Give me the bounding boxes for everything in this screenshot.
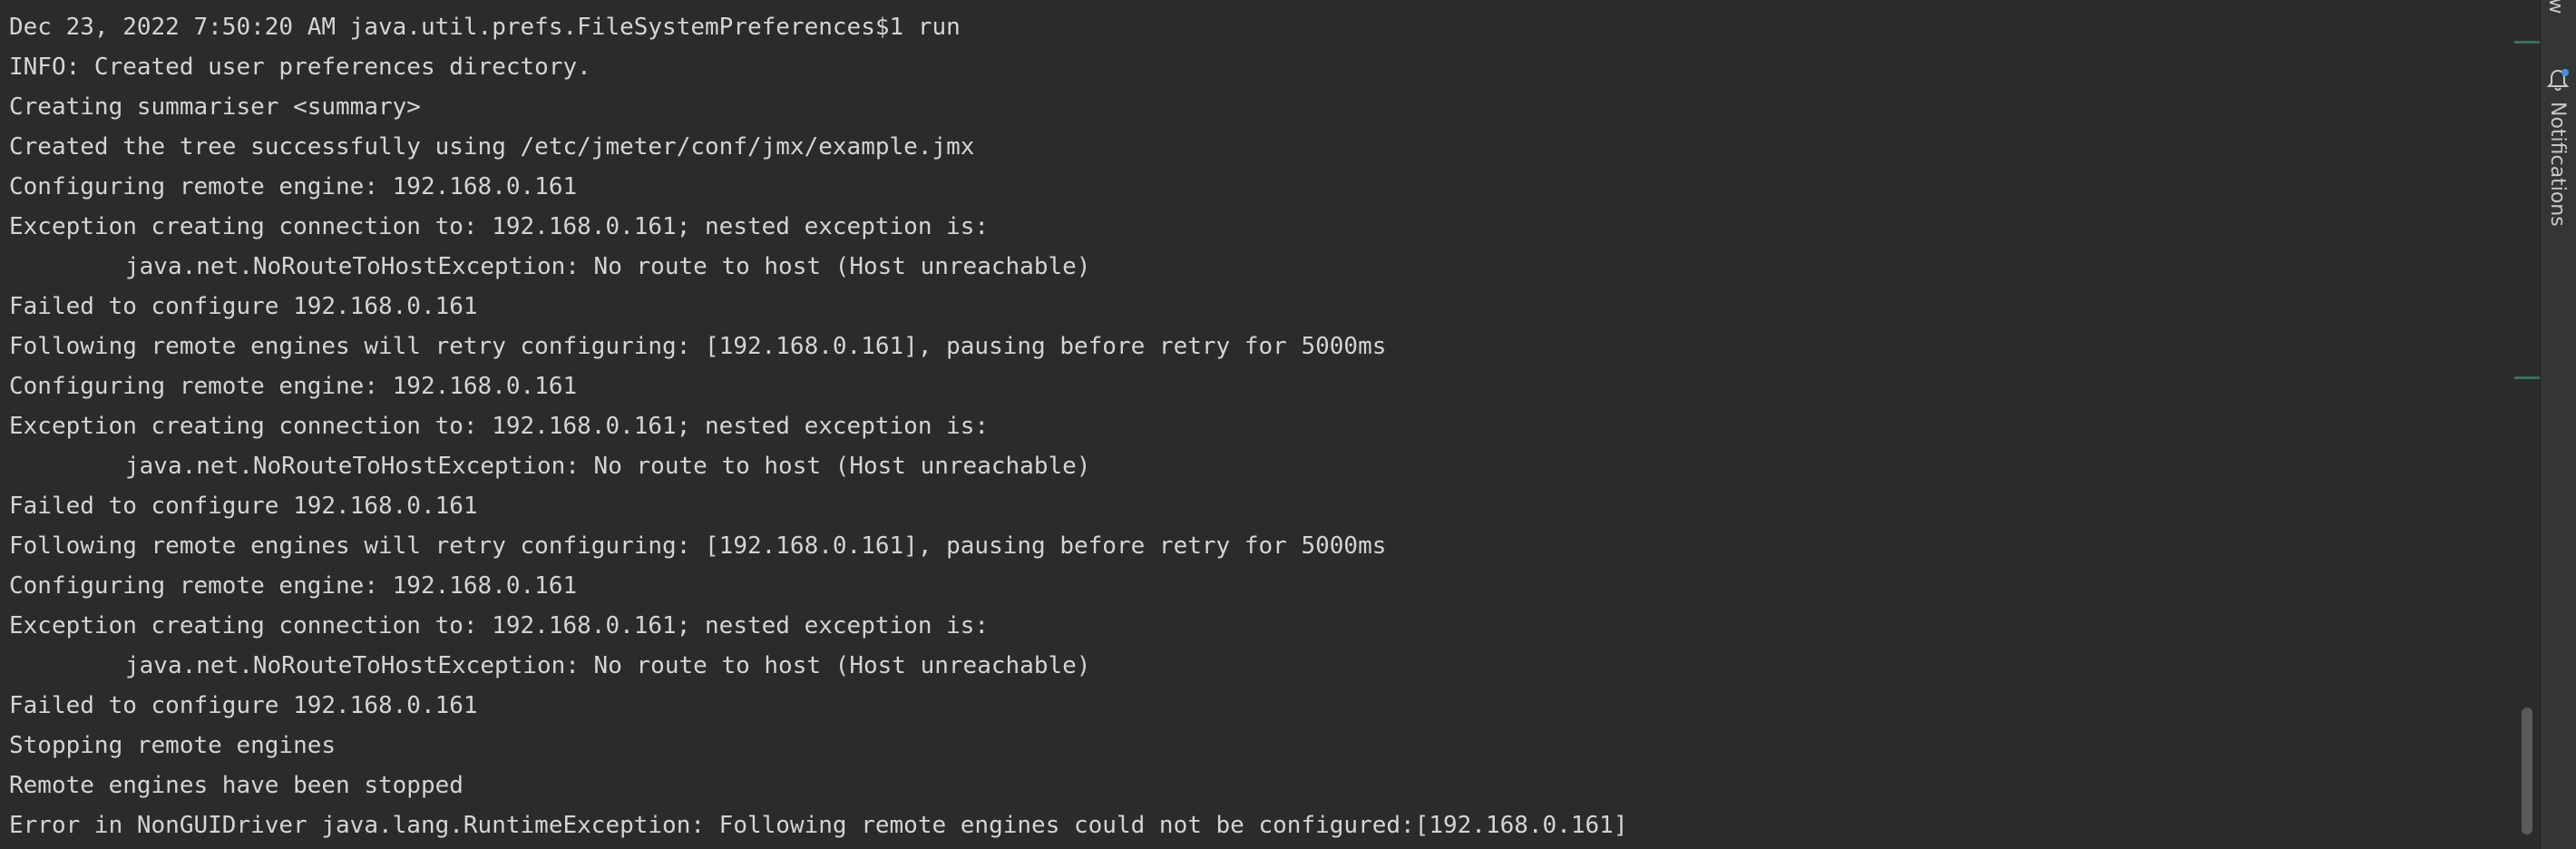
log-line: Remote engines have been stopped bbox=[9, 772, 463, 799]
tool-window-tab-partial[interactable]: ew bbox=[2545, 0, 2572, 25]
console-output-panel[interactable]: Dec 23, 2022 7:50:20 AM java.util.prefs.… bbox=[0, 0, 2513, 849]
log-line: Creating summariser <summary> bbox=[9, 93, 421, 121]
notifications-tab[interactable]: Notifications bbox=[2546, 102, 2572, 229]
log-line: Following remote engines will retry conf… bbox=[9, 333, 1387, 360]
log-line: Stopping remote engines bbox=[9, 732, 337, 759]
notifications-tab-label: Notifications bbox=[2546, 102, 2569, 227]
log-line: java.net.NoRouteToHostException: No rout… bbox=[125, 453, 1091, 480]
log-line: Failed to configure 192.168.0.161 bbox=[9, 692, 478, 719]
ide-window: Dec 23, 2022 7:50:20 AM java.util.prefs.… bbox=[0, 0, 2576, 849]
log-line: Following remote engines will retry conf… bbox=[9, 532, 1387, 560]
bell-icon-svg bbox=[2546, 69, 2570, 91]
log-line: Configuring remote engine: 192.168.0.161 bbox=[9, 572, 578, 600]
log-line: Failed to configure 192.168.0.161 bbox=[9, 293, 478, 320]
log-line: Failed to configure 192.168.0.161 bbox=[9, 493, 478, 520]
tool-window-tab-label: ew bbox=[2545, 0, 2567, 15]
bell-icon[interactable] bbox=[2545, 67, 2571, 94]
log-line: Created the tree successfully using /etc… bbox=[9, 133, 975, 161]
log-line: INFO: Created user preferences directory… bbox=[9, 54, 591, 81]
console-log: Dec 23, 2022 7:50:20 AM java.util.prefs.… bbox=[9, 7, 1627, 845]
log-line: Error in NonGUIDriver java.lang.RuntimeE… bbox=[9, 812, 1628, 839]
log-line: Configuring remote engine: 192.168.0.161 bbox=[9, 373, 578, 400]
log-line: Exception creating connection to: 192.16… bbox=[9, 612, 990, 639]
log-line: Dec 23, 2022 7:50:20 AM java.util.prefs.… bbox=[9, 14, 961, 41]
scrollbar-thumb[interactable] bbox=[2522, 708, 2532, 834]
log-line: Exception creating connection to: 192.16… bbox=[9, 213, 990, 240]
log-line: java.net.NoRouteToHostException: No rout… bbox=[125, 652, 1091, 679]
log-line: java.net.NoRouteToHostException: No rout… bbox=[125, 253, 1091, 280]
log-line: Exception creating connection to: 192.16… bbox=[9, 413, 990, 440]
log-line: Configuring remote engine: 192.168.0.161 bbox=[9, 173, 578, 200]
